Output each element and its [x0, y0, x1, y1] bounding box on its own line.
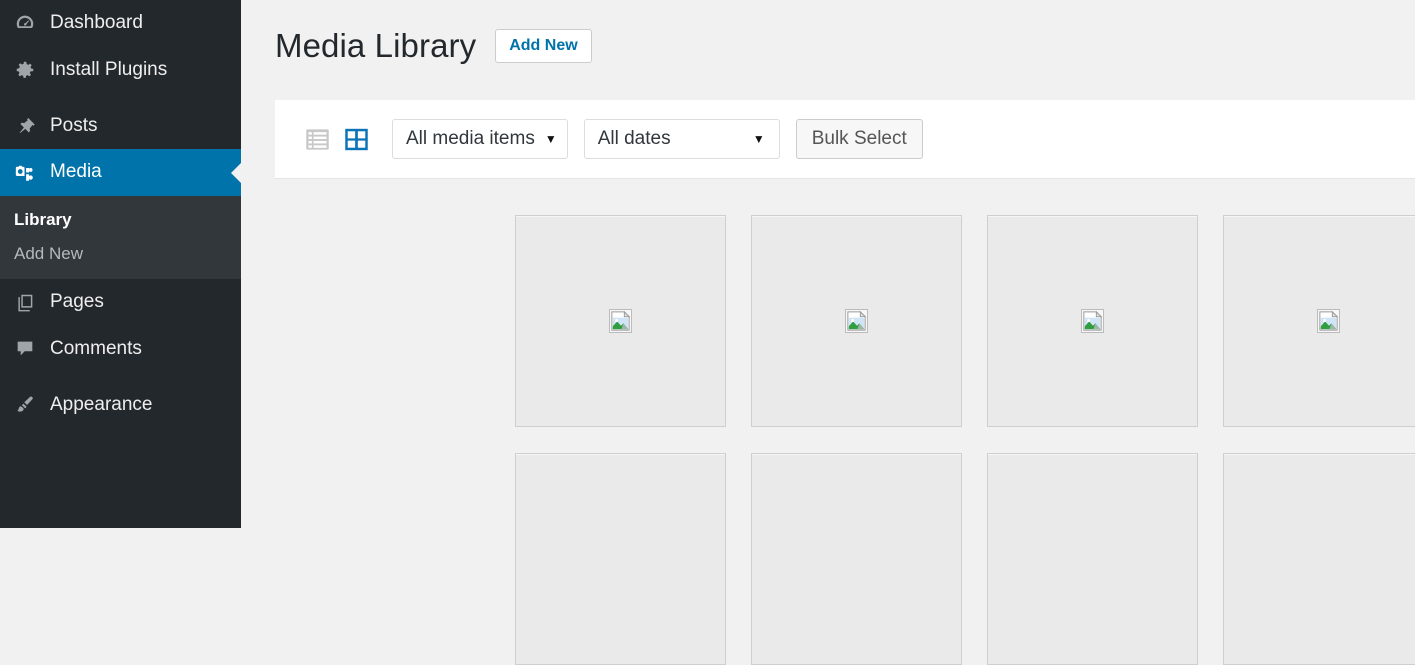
chevron-down-icon: ▼ — [544, 132, 557, 146]
sidebar-item-label: Pages — [50, 291, 104, 313]
broken-image-icon — [845, 309, 868, 333]
view-mode-switch — [304, 126, 370, 153]
comment-bubble-icon — [0, 338, 50, 360]
media-item-2[interactable] — [751, 215, 962, 427]
date-filter-select[interactable]: All dates ▼ — [583, 119, 780, 159]
media-type-filter-value: All media items — [406, 128, 535, 149]
sidebar-item-label: Install Plugins — [50, 58, 168, 80]
add-new-button[interactable]: Add New — [495, 28, 592, 64]
active-menu-arrow-icon — [231, 162, 241, 183]
submenu-item-label: Library — [14, 210, 72, 230]
pages-stack-icon — [0, 292, 50, 314]
sidebar-item-dashboard[interactable]: Dashboard — [0, 0, 241, 47]
main-content-area: Media Library Add New All media items ▼ … — [241, 0, 1415, 665]
grid-view-icon[interactable] — [343, 126, 370, 153]
paintbrush-icon — [0, 394, 50, 416]
date-filter-value: All dates — [597, 128, 671, 149]
media-item-8[interactable] — [751, 453, 962, 665]
bulk-select-button[interactable]: Bulk Select — [795, 119, 923, 159]
sidebar-item-label: Comments — [50, 337, 142, 359]
submenu-item-label: Add New — [14, 244, 83, 264]
media-toolbar: All media items ▼ All dates ▼ Bulk Selec… — [275, 100, 1415, 179]
sidebar-item-comments[interactable]: Comments — [0, 326, 241, 373]
media-camera-icon — [0, 162, 50, 184]
media-submenu: Library Add New — [0, 196, 241, 280]
sidebar-item-label: Posts — [50, 114, 98, 136]
media-item-10[interactable] — [1223, 453, 1415, 665]
sidebar-item-appearance[interactable]: Appearance — [0, 382, 241, 429]
submenu-item-add-new[interactable]: Add New — [0, 237, 241, 271]
broken-image-icon — [609, 309, 632, 333]
sidebar-item-posts[interactable]: Posts — [0, 103, 241, 150]
pushpin-icon — [0, 115, 50, 137]
chevron-down-icon: ▼ — [752, 132, 765, 146]
admin-sidebar: Dashboard Install Plugins Posts Media Li… — [0, 0, 241, 528]
list-view-icon[interactable] — [304, 126, 331, 153]
dashboard-gauge-icon — [0, 12, 50, 34]
wordpress-admin-screen: Dashboard Install Plugins Posts Media Li… — [0, 0, 1415, 665]
bulk-select-label: Bulk Select — [811, 128, 907, 149]
sidebar-divider — [0, 373, 241, 382]
page-title: Media Library — [275, 27, 477, 64]
gear-icon — [0, 59, 50, 81]
media-item-4[interactable] — [1223, 215, 1415, 427]
media-item-3[interactable] — [987, 215, 1198, 427]
media-grid — [515, 215, 1415, 665]
broken-image-icon — [1081, 309, 1104, 333]
sidebar-item-install-plugins[interactable]: Install Plugins — [0, 47, 241, 94]
broken-image-icon — [1317, 309, 1340, 333]
sidebar-item-pages[interactable]: Pages — [0, 279, 241, 326]
media-grid-row — [515, 215, 1415, 427]
media-grid-row — [515, 453, 1415, 665]
sidebar-item-label: Media — [50, 161, 102, 183]
media-type-filter-select[interactable]: All media items ▼ — [392, 119, 568, 159]
media-item-7[interactable] — [515, 453, 726, 665]
sidebar-item-label: Appearance — [50, 393, 153, 415]
media-item-9[interactable] — [987, 453, 1198, 665]
media-item-1[interactable] — [515, 215, 726, 427]
page-header: Media Library Add New — [241, 0, 1415, 66]
sidebar-divider — [0, 94, 241, 103]
sidebar-item-media[interactable]: Media — [0, 149, 241, 197]
sidebar-item-label: Dashboard — [50, 12, 143, 33]
submenu-item-library[interactable]: Library — [0, 203, 241, 237]
